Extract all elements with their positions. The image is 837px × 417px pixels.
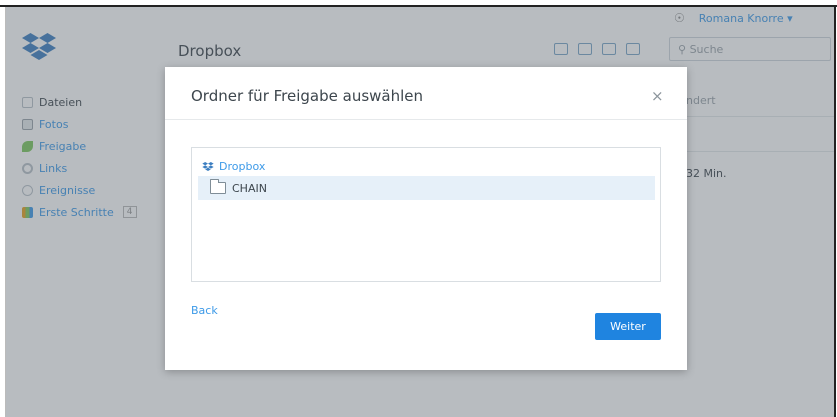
tree-item-label: CHAIN bbox=[232, 181, 267, 195]
tree-root-label: Dropbox bbox=[219, 160, 266, 173]
folder-tree[interactable]: Dropbox CHAIN bbox=[191, 147, 661, 282]
dialog-title: Ordner für Freigabe auswählen bbox=[191, 87, 424, 105]
tree-root-dropbox[interactable]: Dropbox bbox=[202, 160, 265, 173]
dialog-header: Ordner für Freigabe auswählen × bbox=[165, 67, 687, 120]
tree-item-chain[interactable]: CHAIN bbox=[198, 176, 655, 200]
share-folder-dialog: Ordner für Freigabe auswählen × Dropbox … bbox=[165, 67, 687, 370]
folder-icon bbox=[210, 179, 226, 194]
back-link[interactable]: Back bbox=[191, 304, 218, 317]
next-button[interactable]: Weiter bbox=[595, 313, 661, 340]
frame-top-border bbox=[0, 5, 837, 7]
frame-right-border bbox=[834, 5, 836, 417]
dropbox-icon bbox=[202, 161, 214, 171]
close-icon[interactable]: × bbox=[651, 87, 664, 105]
